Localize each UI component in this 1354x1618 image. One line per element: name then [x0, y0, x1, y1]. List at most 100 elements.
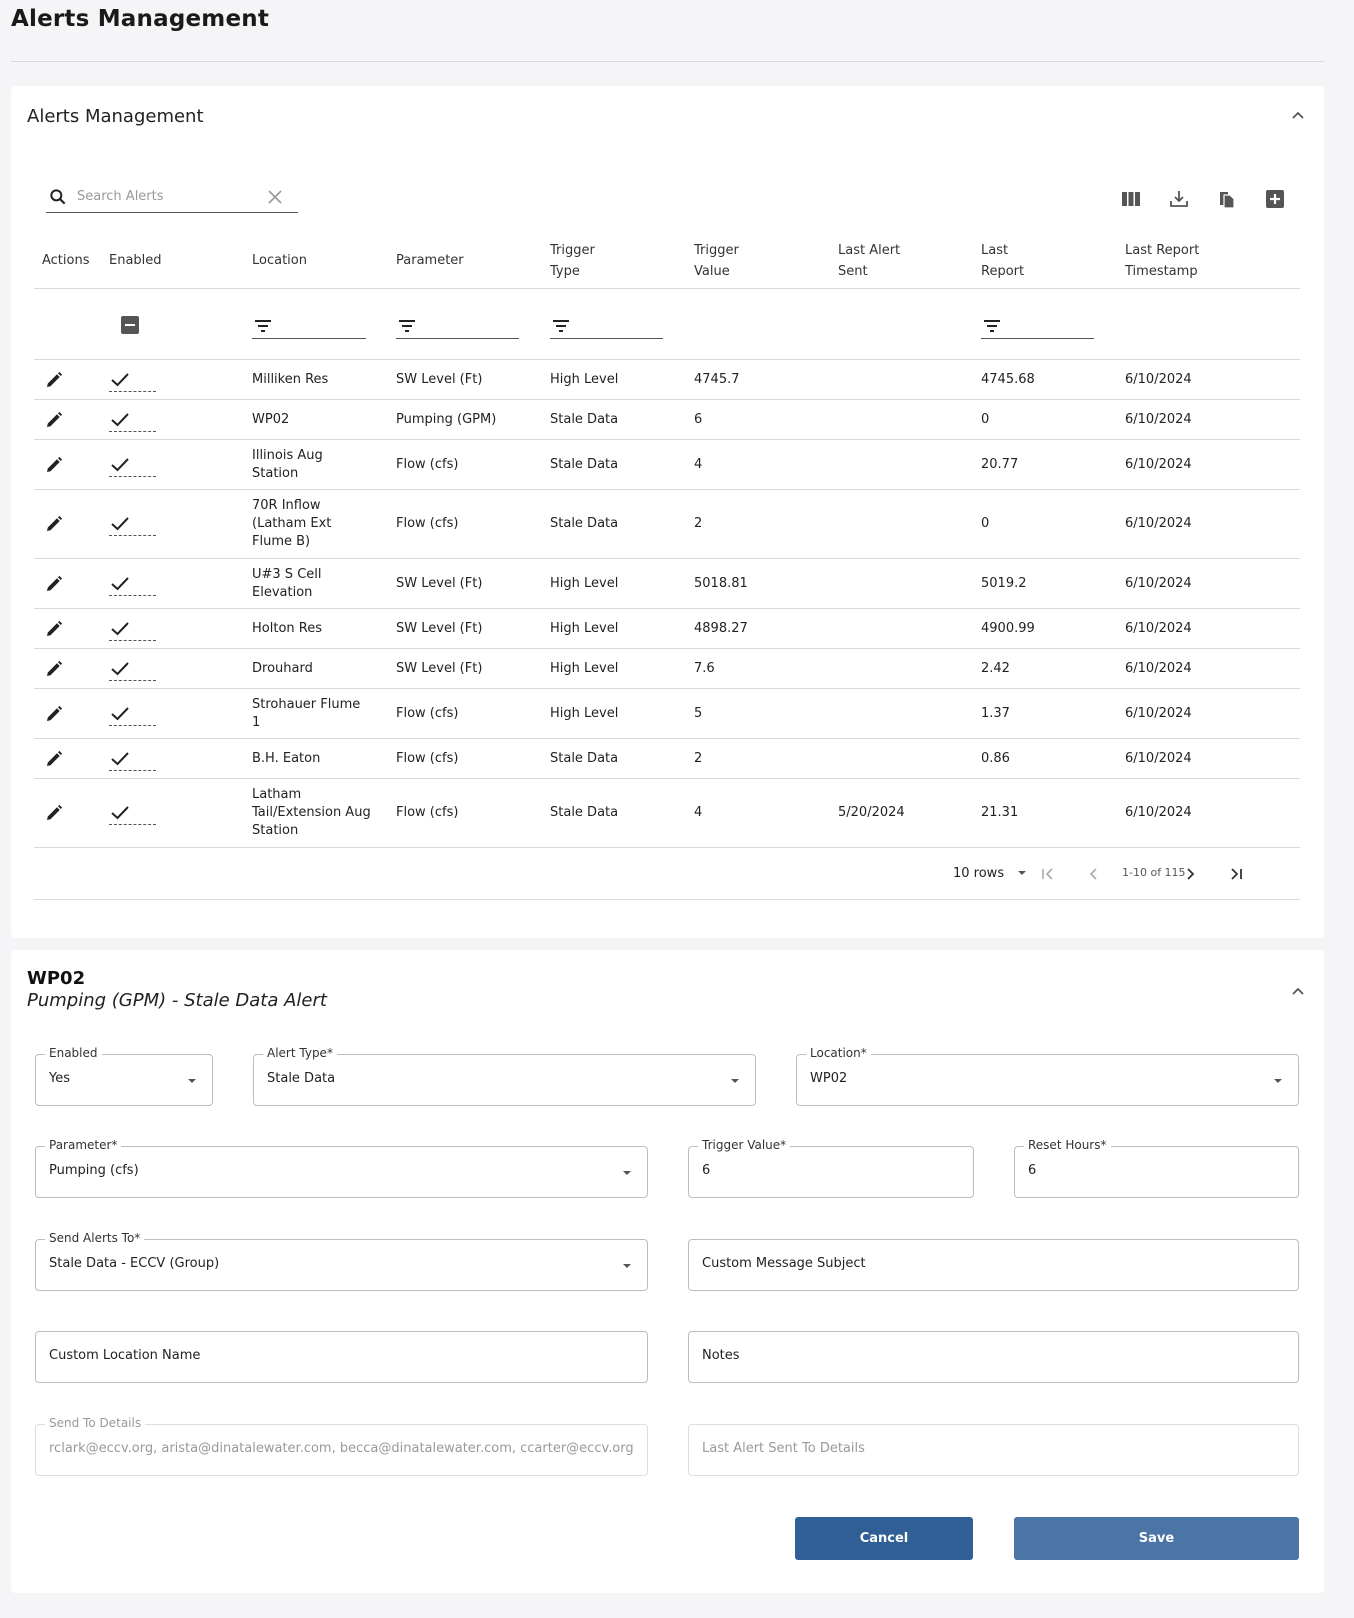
enabled-check-icon[interactable]	[109, 747, 156, 771]
first-page-icon[interactable]	[1036, 862, 1060, 886]
cancel-button[interactable]: Cancel	[795, 1517, 973, 1560]
table-row[interactable]: 70R Inflow (Latham Ext Flume B) Flow (cfs…	[34, 490, 1300, 559]
add-icon[interactable]	[1262, 186, 1288, 212]
row-location: Holton Res	[252, 620, 322, 636]
download-icon[interactable]	[1166, 186, 1192, 212]
edit-pencil-icon[interactable]	[43, 400, 65, 439]
field-label: Location*	[806, 1046, 871, 1060]
trigger-value-input[interactable]: Trigger Value* 6	[688, 1138, 974, 1198]
enabled-check-icon[interactable]	[109, 617, 156, 641]
send-alerts-to-select[interactable]: Send Alerts To* Stale Data - ECCV (Group…	[35, 1231, 648, 1291]
edit-pencil-icon[interactable]	[43, 649, 65, 688]
table-row[interactable]: Drouhard SW Level (Ft) High Level 7.6 2.42 6/…	[34, 649, 1300, 689]
last-page-icon[interactable]	[1224, 862, 1248, 886]
table-row[interactable]: Illinois Aug Station Flow (cfs) Stale Data…	[34, 440, 1300, 490]
row-trigger-type: High Level	[550, 620, 619, 636]
edit-pencil-icon[interactable]	[43, 559, 65, 608]
field-label: Alert Type*	[263, 1046, 337, 1060]
enabled-check-icon[interactable]	[109, 702, 156, 726]
enabled-check-icon[interactable]	[109, 801, 156, 825]
col-trigger-value[interactable]: Trigger Value	[694, 232, 764, 289]
row-trigger-type: High Level	[550, 575, 619, 591]
parameter-filter[interactable]	[396, 313, 519, 339]
col-location[interactable]: Location	[252, 232, 372, 289]
col-last-alert-sent[interactable]: Last Alert Sent	[838, 232, 918, 289]
save-button[interactable]: Save	[1014, 1517, 1299, 1560]
row-last-report: 1.37	[981, 705, 1010, 721]
enabled-filter-checkbox[interactable]	[121, 316, 139, 334]
col-last-report-timestamp[interactable]: Last Report Timestamp	[1125, 232, 1225, 289]
trigger-type-filter[interactable]	[550, 313, 663, 339]
edit-pencil-icon[interactable]	[43, 360, 65, 399]
field-label: Send To Details	[45, 1416, 146, 1430]
table-row[interactable]: B.H. Eaton Flow (cfs) Stale Data 2 0.86 6/10/…	[34, 739, 1300, 779]
field-placeholder: Last Alert Sent To Details	[702, 1441, 865, 1456]
edit-pencil-icon[interactable]	[43, 779, 65, 847]
field-value: 6	[1028, 1163, 1037, 1178]
enabled-check-icon[interactable]	[109, 657, 156, 681]
table-body: Milliken Res SW Level (Ft) High Level 4745.…	[34, 360, 1300, 848]
row-trigger-type: High Level	[550, 705, 619, 721]
col-last-report[interactable]: Last Report	[981, 232, 1051, 289]
collapse-chevron-up-icon[interactable]	[1286, 980, 1310, 1004]
reset-hours-input[interactable]: Reset Hours* 6	[1014, 1138, 1299, 1198]
notes-input[interactable]: Notes	[688, 1331, 1299, 1383]
edit-pencil-icon[interactable]	[43, 689, 65, 738]
page-title: Alerts Management	[11, 6, 270, 32]
prev-page-icon[interactable]	[1082, 862, 1106, 886]
row-location: WP02	[252, 411, 290, 427]
enabled-check-icon[interactable]	[109, 453, 156, 477]
parameter-select[interactable]: Parameter* Pumping (cfs)	[35, 1138, 648, 1198]
row-last-alert-sent: 5/20/2024	[838, 805, 905, 820]
custom-location-name-input[interactable]: Custom Location Name	[35, 1331, 648, 1383]
row-parameter: SW Level (Ft)	[396, 660, 483, 676]
field-label: Send Alerts To*	[45, 1231, 145, 1245]
row-trigger-type: Stale Data	[550, 456, 619, 472]
page-range: 1-10 of 115	[1122, 866, 1186, 879]
row-timestamp: 6/10/2024	[1125, 660, 1192, 676]
row-trigger-type: High Level	[550, 660, 619, 676]
edit-pencil-icon[interactable]	[43, 440, 65, 489]
enabled-select[interactable]: Enabled Yes	[35, 1046, 213, 1106]
location-filter[interactable]	[252, 313, 366, 339]
col-trigger-type[interactable]: Trigger Type	[550, 232, 620, 289]
table-row[interactable]: Strohauer Flume 1 Flow (cfs) High Level 5 1.…	[34, 689, 1300, 739]
table-row[interactable]: U#3 S Cell Elevation SW Level (Ft) High Le…	[34, 559, 1300, 609]
rows-per-page-select[interactable]: 10 rows	[953, 865, 1030, 881]
row-location: Milliken Res	[252, 371, 329, 387]
table-row[interactable]: Milliken Res SW Level (Ft) High Level 4745.…	[34, 360, 1300, 400]
next-page-icon[interactable]	[1178, 862, 1202, 886]
collapse-chevron-up-icon[interactable]	[1286, 104, 1310, 128]
col-enabled: Enabled	[109, 253, 162, 268]
col-parameter[interactable]: Parameter	[396, 232, 464, 289]
copy-icon[interactable]	[1214, 186, 1240, 212]
table-row[interactable]: Latham Tail/Extension Aug Station Flow (c…	[34, 779, 1300, 848]
edit-pencil-icon[interactable]	[43, 490, 65, 558]
alert-type-select[interactable]: Alert Type* Stale Data	[253, 1046, 756, 1106]
edit-pencil-icon[interactable]	[43, 739, 65, 778]
clear-icon[interactable]	[266, 188, 284, 206]
filter-row	[34, 289, 1300, 360]
row-trigger-type: High Level	[550, 371, 619, 387]
table-row[interactable]: Holton Res SW Level (Ft) High Level 4898.27…	[34, 609, 1300, 649]
field-placeholder: Custom Message Subject	[702, 1256, 866, 1271]
enabled-check-icon[interactable]	[109, 408, 156, 432]
custom-message-subject-input[interactable]: Custom Message Subject	[688, 1239, 1299, 1291]
row-location: Strohauer Flume 1	[252, 696, 361, 730]
row-trigger-value: 4	[694, 805, 703, 820]
enabled-check-icon[interactable]	[109, 572, 156, 596]
columns-icon[interactable]	[1118, 186, 1144, 212]
location-select[interactable]: Location* WP02	[796, 1046, 1299, 1106]
table-row[interactable]: WP02 Pumping (GPM) Stale Data 6 0 6/10/2024	[34, 400, 1300, 440]
row-trigger-value: 4898.27	[694, 620, 748, 636]
edit-pencil-icon[interactable]	[43, 609, 65, 648]
dropdown-arrow-icon	[188, 1079, 196, 1083]
row-trigger-type: Stale Data	[550, 750, 619, 766]
row-trigger-value: 4	[694, 456, 703, 472]
enabled-check-icon[interactable]	[109, 368, 156, 392]
last-report-filter[interactable]	[981, 313, 1094, 339]
search-input[interactable]	[77, 189, 257, 204]
enabled-check-icon[interactable]	[109, 512, 156, 536]
row-last-report: 21.31	[981, 805, 1019, 820]
row-parameter: Pumping (GPM)	[396, 411, 497, 427]
